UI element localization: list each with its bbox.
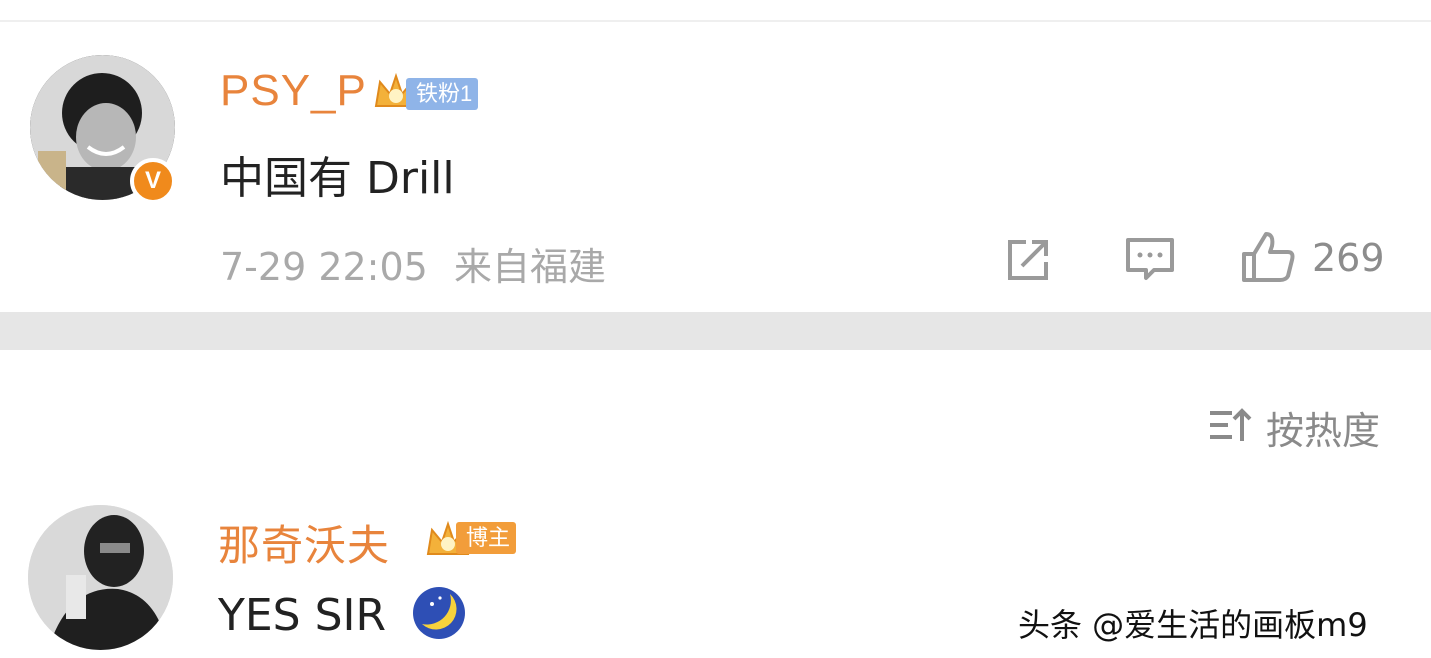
comment-location: 来自福建 [453, 245, 606, 289]
like-count: 269 [1312, 236, 1385, 280]
sort-by-hot-button[interactable]: 按热度 [1266, 400, 1380, 455]
fan-level-badge: 铁粉1 [406, 78, 479, 110]
avatar-image [28, 505, 173, 650]
share-icon[interactable] [1004, 236, 1054, 284]
verified-badge-icon: V [130, 158, 176, 204]
section-divider [0, 312, 1431, 350]
moon-emoji-icon [413, 587, 465, 639]
sort-icon[interactable] [1206, 405, 1252, 445]
comment-text: 中国有 Drill [220, 153, 455, 204]
watermark: 头条 @爱生活的画板m9 [1018, 606, 1368, 644]
comment-icon[interactable] [1124, 236, 1176, 282]
top-divider [0, 0, 1431, 22]
comment-meta: 7-29 22:05 来自福建 [220, 236, 606, 291]
comment-text: YES SIR [218, 590, 387, 641]
username[interactable]: 那奇沃夫 [218, 512, 390, 573]
avatar[interactable] [28, 505, 173, 650]
like-icon[interactable] [1240, 230, 1296, 284]
author-badge: 博主 [456, 522, 517, 554]
comment-time: 7-29 22:05 [220, 245, 428, 289]
username[interactable]: PSY_P [220, 66, 367, 116]
